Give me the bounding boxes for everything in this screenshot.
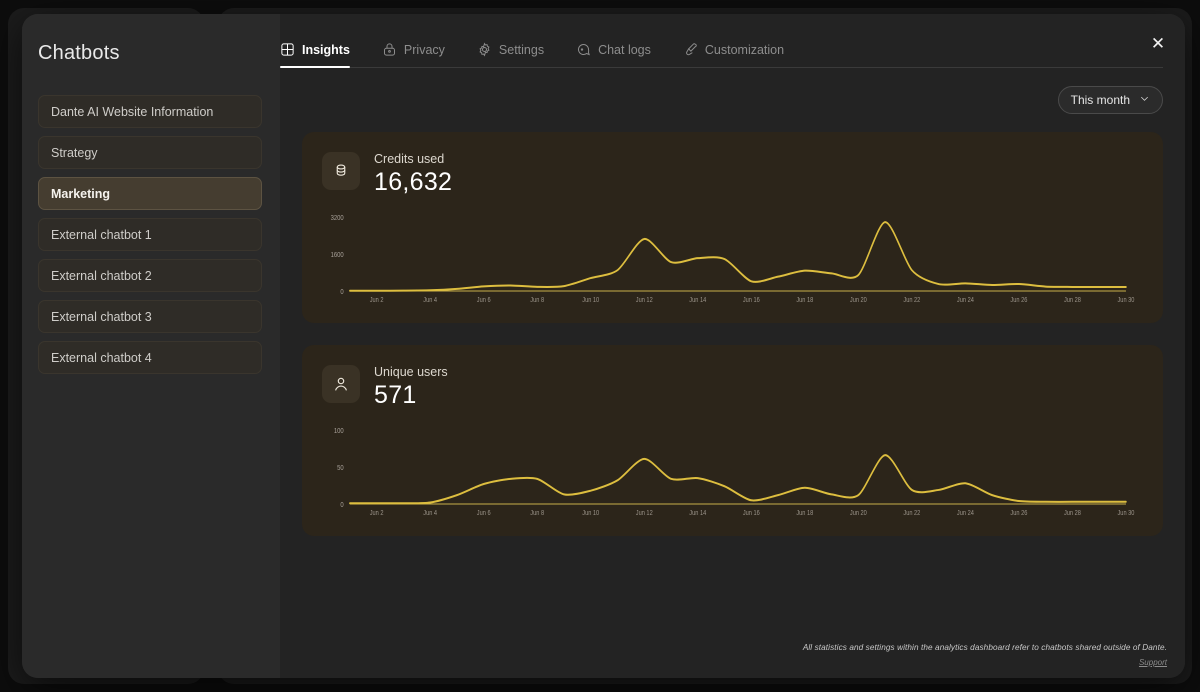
close-icon[interactable]: ✕ <box>1143 28 1173 58</box>
sidebar-item-label: Strategy <box>51 145 98 160</box>
sidebar-item-label: Dante AI Website Information <box>51 104 214 119</box>
svg-text:Jun 4: Jun 4 <box>423 296 437 304</box>
svg-text:Jun 10: Jun 10 <box>582 296 599 304</box>
svg-text:Jun 26: Jun 26 <box>1010 296 1027 304</box>
user-icon <box>322 365 360 403</box>
svg-text:Jun 2: Jun 2 <box>370 509 384 517</box>
tab-privacy[interactable]: Privacy <box>382 42 459 67</box>
chatbot-list: Dante AI Website Information Strategy Mark… <box>38 95 262 374</box>
svg-text:Jun 16: Jun 16 <box>743 509 760 517</box>
svg-text:Jun 22: Jun 22 <box>903 509 920 517</box>
sidebar-item-label: Marketing <box>51 186 111 201</box>
app-root: ✕ Chatbots Dante AI Website Information S… <box>0 0 1200 692</box>
stat-cards: Credits used 16,632 0 1600 3200 Jun 2 Jun 4 Jun… <box>280 114 1185 536</box>
gear-icon <box>477 42 492 57</box>
sidebar-item-chatbot-3[interactable]: External chatbot 1 <box>38 218 262 251</box>
svg-text:Jun 16: Jun 16 <box>743 296 760 304</box>
page-title: Chatbots <box>38 42 120 64</box>
svg-text:Jun 20: Jun 20 <box>850 509 867 517</box>
tab-label: Customization <box>704 42 785 57</box>
svg-text:Jun 18: Jun 18 <box>796 296 813 304</box>
tab-label: Chat logs <box>598 42 651 57</box>
svg-text:Jun 8: Jun 8 <box>530 509 544 517</box>
svg-text:Jun 14: Jun 14 <box>689 296 706 304</box>
svg-text:Jun 14: Jun 14 <box>689 509 706 517</box>
svg-text:50: 50 <box>337 464 344 472</box>
sidebar: Chatbots Dante AI Website Information Str… <box>22 14 280 678</box>
tab-chat-logs[interactable]: Chat logs <box>576 42 665 67</box>
card-label: Credits used <box>374 152 445 166</box>
footer: All statistics and settings within the a… <box>803 643 1167 670</box>
range-row: This month <box>280 68 1185 114</box>
svg-text:3200: 3200 <box>331 214 344 222</box>
main-content: Insights Privacy Settings Chat logs Customiz… <box>280 14 1185 678</box>
svg-text:100: 100 <box>334 427 344 435</box>
footer-note: All statistics and settings within the a… <box>802 643 1167 652</box>
chart-unique-users: 0 50 100 Jun 2 Jun 4 Jun 6 Jun 8 Jun 10 Jun 12 Ju… <box>322 420 1143 524</box>
brush-icon <box>683 42 698 57</box>
chart-credits-used: 0 1600 3200 Jun 2 Jun 4 Jun 6 Jun 8 Jun 10 Jun 1… <box>322 207 1143 311</box>
svg-text:Jun 24: Jun 24 <box>957 509 974 517</box>
chatbots-modal: ✕ Chatbots Dante AI Website Information S… <box>22 14 1185 678</box>
svg-text:Jun 30: Jun 30 <box>1117 509 1134 517</box>
tab-label: Privacy <box>403 42 445 57</box>
svg-text:Jun 18: Jun 18 <box>796 509 813 517</box>
svg-text:Jun 26: Jun 26 <box>1010 509 1027 517</box>
layout-grid-icon <box>280 42 295 57</box>
svg-text:Jun 20: Jun 20 <box>850 296 867 304</box>
svg-text:Jun 28: Jun 28 <box>1064 296 1081 304</box>
sidebar-item-label: External chatbot 2 <box>51 268 152 283</box>
tab-label: Insights <box>302 42 350 57</box>
sidebar-item-label: External chatbot 3 <box>51 309 152 324</box>
tab-label: Settings <box>498 42 545 57</box>
card-header: Unique users 571 <box>322 365 1143 410</box>
svg-text:Jun 8: Jun 8 <box>530 296 544 304</box>
svg-text:Jun 22: Jun 22 <box>903 296 920 304</box>
chevron-down-icon <box>1139 93 1150 107</box>
sidebar-item-chatbot-6[interactable]: External chatbot 4 <box>38 341 262 374</box>
chat-bubble-icon <box>576 42 591 57</box>
date-range-value: This month <box>1070 93 1130 107</box>
svg-text:Jun 30: Jun 30 <box>1117 296 1134 304</box>
sidebar-item-label: External chatbot 1 <box>51 227 152 242</box>
card-value: 16,632 <box>374 168 453 196</box>
svg-text:Jun 12: Jun 12 <box>636 296 653 304</box>
support-link[interactable]: Support <box>1139 658 1167 667</box>
card-text: Credits used 16,632 <box>374 152 452 197</box>
tab-bar: Insights Privacy Settings Chat logs Customiz… <box>280 14 1163 68</box>
card-label: Unique users <box>374 365 448 379</box>
tab-settings[interactable]: Settings <box>477 42 558 67</box>
sidebar-item-chatbot-2[interactable]: Marketing <box>38 177 262 210</box>
sidebar-item-chatbot-0[interactable]: Dante AI Website Information <box>38 95 262 128</box>
lock-icon <box>382 42 397 57</box>
card-text: Unique users 571 <box>374 365 448 410</box>
sidebar-item-chatbot-1[interactable]: Strategy <box>38 136 262 169</box>
card-value: 571 <box>374 381 417 409</box>
sidebar-item-chatbot-5[interactable]: External chatbot 3 <box>38 300 262 333</box>
svg-text:Jun 4: Jun 4 <box>423 509 437 517</box>
svg-text:0: 0 <box>340 288 343 296</box>
coin-stack-icon <box>322 152 360 190</box>
svg-text:Jun 2: Jun 2 <box>370 296 384 304</box>
sidebar-item-label: External chatbot 4 <box>51 350 152 365</box>
sidebar-item-chatbot-4[interactable]: External chatbot 2 <box>38 259 262 292</box>
svg-text:Jun 28: Jun 28 <box>1064 509 1081 517</box>
svg-text:0: 0 <box>340 501 343 509</box>
svg-text:Jun 24: Jun 24 <box>957 296 974 304</box>
svg-text:Jun 6: Jun 6 <box>477 296 491 304</box>
card-header: Credits used 16,632 <box>322 152 1143 197</box>
svg-text:1600: 1600 <box>331 251 344 259</box>
svg-text:Jun 6: Jun 6 <box>477 509 491 517</box>
svg-text:Jun 10: Jun 10 <box>582 509 599 517</box>
stat-card-unique-users: Unique users 571 0 50 100 Jun 2 Jun 4 Jun 6 Jun … <box>302 345 1163 536</box>
tab-customization[interactable]: Customization <box>683 42 798 67</box>
date-range-select[interactable]: This month <box>1057 86 1163 114</box>
svg-text:Jun 12: Jun 12 <box>636 509 653 517</box>
tab-insights[interactable]: Insights <box>280 42 364 68</box>
stat-card-credits-used: Credits used 16,632 0 1600 3200 Jun 2 Jun 4 Jun… <box>302 132 1163 323</box>
